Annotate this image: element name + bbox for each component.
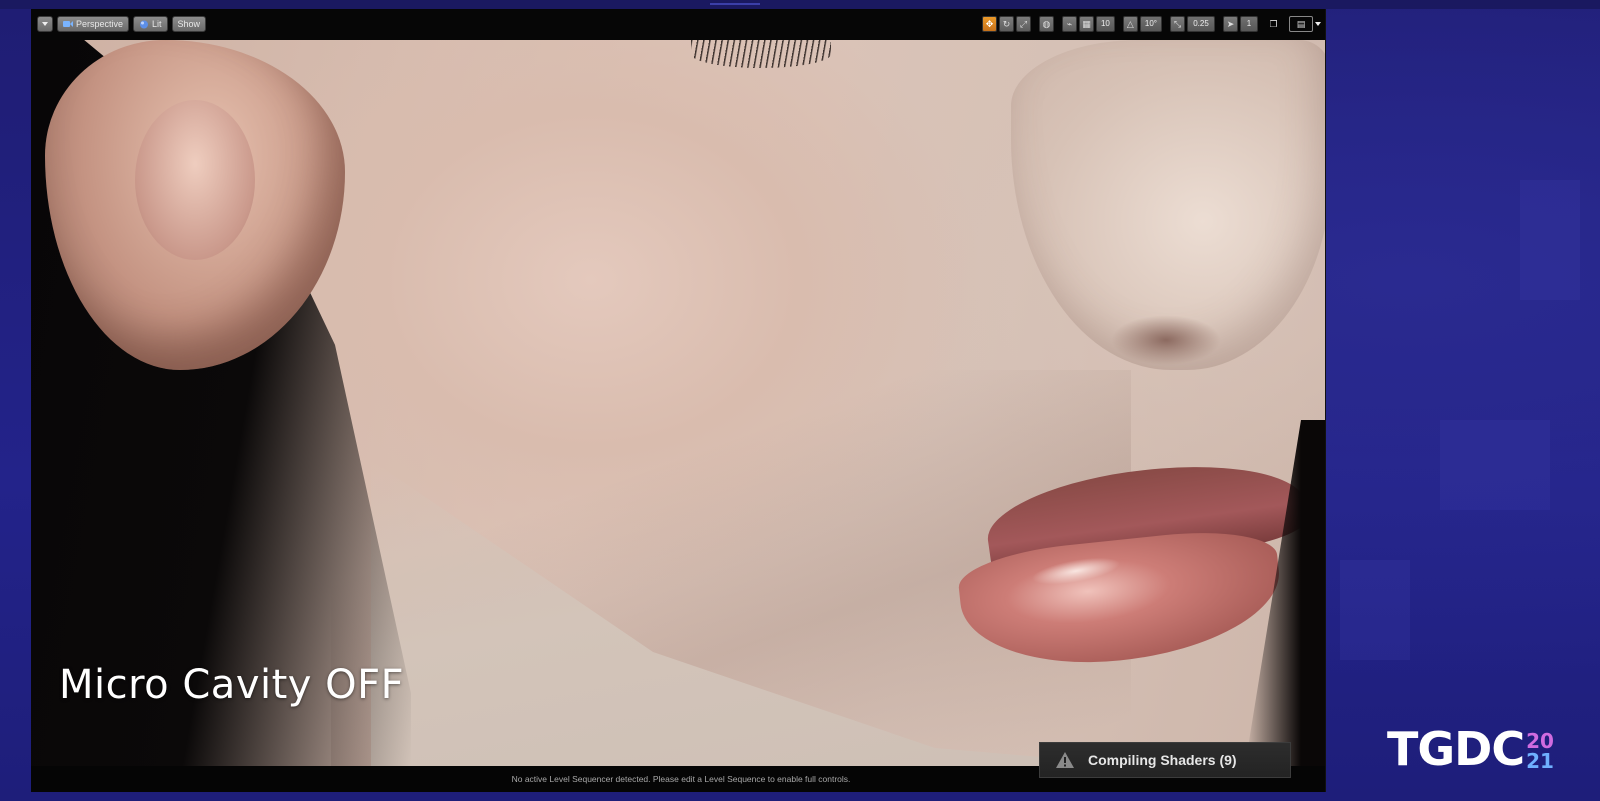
background-decoration <box>1340 560 1410 660</box>
layout-grid-icon[interactable]: ▤ <box>1289 16 1313 32</box>
render-nostril <box>1111 315 1221 365</box>
background-decoration <box>1440 420 1550 510</box>
view-mode-button[interactable]: Lit <box>133 16 168 32</box>
viewport-render[interactable]: Micro Cavity OFF <box>31 40 1325 766</box>
lit-sphere-icon <box>140 20 149 28</box>
camera-speed-icon[interactable]: ➤ <box>1223 16 1238 32</box>
warning-icon <box>1054 750 1076 770</box>
translate-tool-icon[interactable]: ✥ <box>981 16 997 32</box>
viewport-caption: Micro Cavity OFF <box>59 662 405 708</box>
logo-year-bottom: 21 <box>1526 749 1554 773</box>
maximize-viewport-icon[interactable]: ❐ <box>1266 16 1281 32</box>
rotation-snap-value[interactable]: 10° <box>1139 16 1162 32</box>
tgdc-logo: TGDC 20 21 <box>1387 722 1554 776</box>
render-ear-inner <box>135 100 255 260</box>
perspective-button[interactable]: Perspective <box>57 16 130 32</box>
rotate-tool-icon[interactable]: ↻ <box>998 16 1014 32</box>
editor-viewport[interactable]: Perspective Lit Show ✥ ↻ ⤢ ◍ ⌁ ▦ 10 △ 10… <box>31 9 1326 792</box>
rotation-snap-icon[interactable]: △ <box>1122 16 1138 32</box>
viewport-toolbar-left: Perspective Lit Show <box>37 16 207 32</box>
viewport-toolbar-right: ✥ ↻ ⤢ ◍ ⌁ ▦ 10 △ 10° ⤡ 0.25 ➤ 1 ❐ ▤ <box>981 16 1321 32</box>
view-mode-label: Lit <box>152 19 162 29</box>
compiling-shaders-notification[interactable]: Compiling Shaders (9) <box>1039 742 1291 778</box>
logo-text: TGDC <box>1387 722 1525 776</box>
top-divider-accent <box>710 3 760 5</box>
chevron-down-icon <box>42 22 48 26</box>
logo-year-top: 20 <box>1526 729 1554 753</box>
camera-speed-value[interactable]: 1 <box>1240 16 1258 32</box>
top-divider <box>0 0 1600 9</box>
perspective-label: Perspective <box>76 19 124 29</box>
notification-text: Compiling Shaders (9) <box>1088 752 1237 768</box>
world-space-icon[interactable]: ◍ <box>1038 16 1054 32</box>
viewport-toolbar: Perspective Lit Show ✥ ↻ ⤢ ◍ ⌁ ▦ 10 △ 10… <box>31 9 1325 40</box>
show-label: Show <box>177 19 201 29</box>
render-eyelashes <box>691 40 831 68</box>
chevron-down-icon[interactable] <box>1315 22 1321 26</box>
viewport-options-button[interactable] <box>37 16 53 32</box>
surface-snap-icon[interactable]: ⌁ <box>1061 16 1077 32</box>
show-button[interactable]: Show <box>171 16 207 32</box>
scale-snap-value[interactable]: 0.25 <box>1187 16 1215 32</box>
grid-snap-value[interactable]: 10 <box>1095 16 1115 32</box>
camera-icon <box>63 21 73 27</box>
logo-year: 20 21 <box>1526 731 1554 771</box>
background-decoration <box>1520 180 1580 300</box>
scale-snap-icon[interactable]: ⤡ <box>1170 16 1185 32</box>
grid-snap-icon[interactable]: ▦ <box>1078 16 1094 32</box>
scale-tool-icon[interactable]: ⤢ <box>1015 16 1031 32</box>
presentation-slide: Perspective Lit Show ✥ ↻ ⤢ ◍ ⌁ ▦ 10 △ 10… <box>0 0 1600 801</box>
